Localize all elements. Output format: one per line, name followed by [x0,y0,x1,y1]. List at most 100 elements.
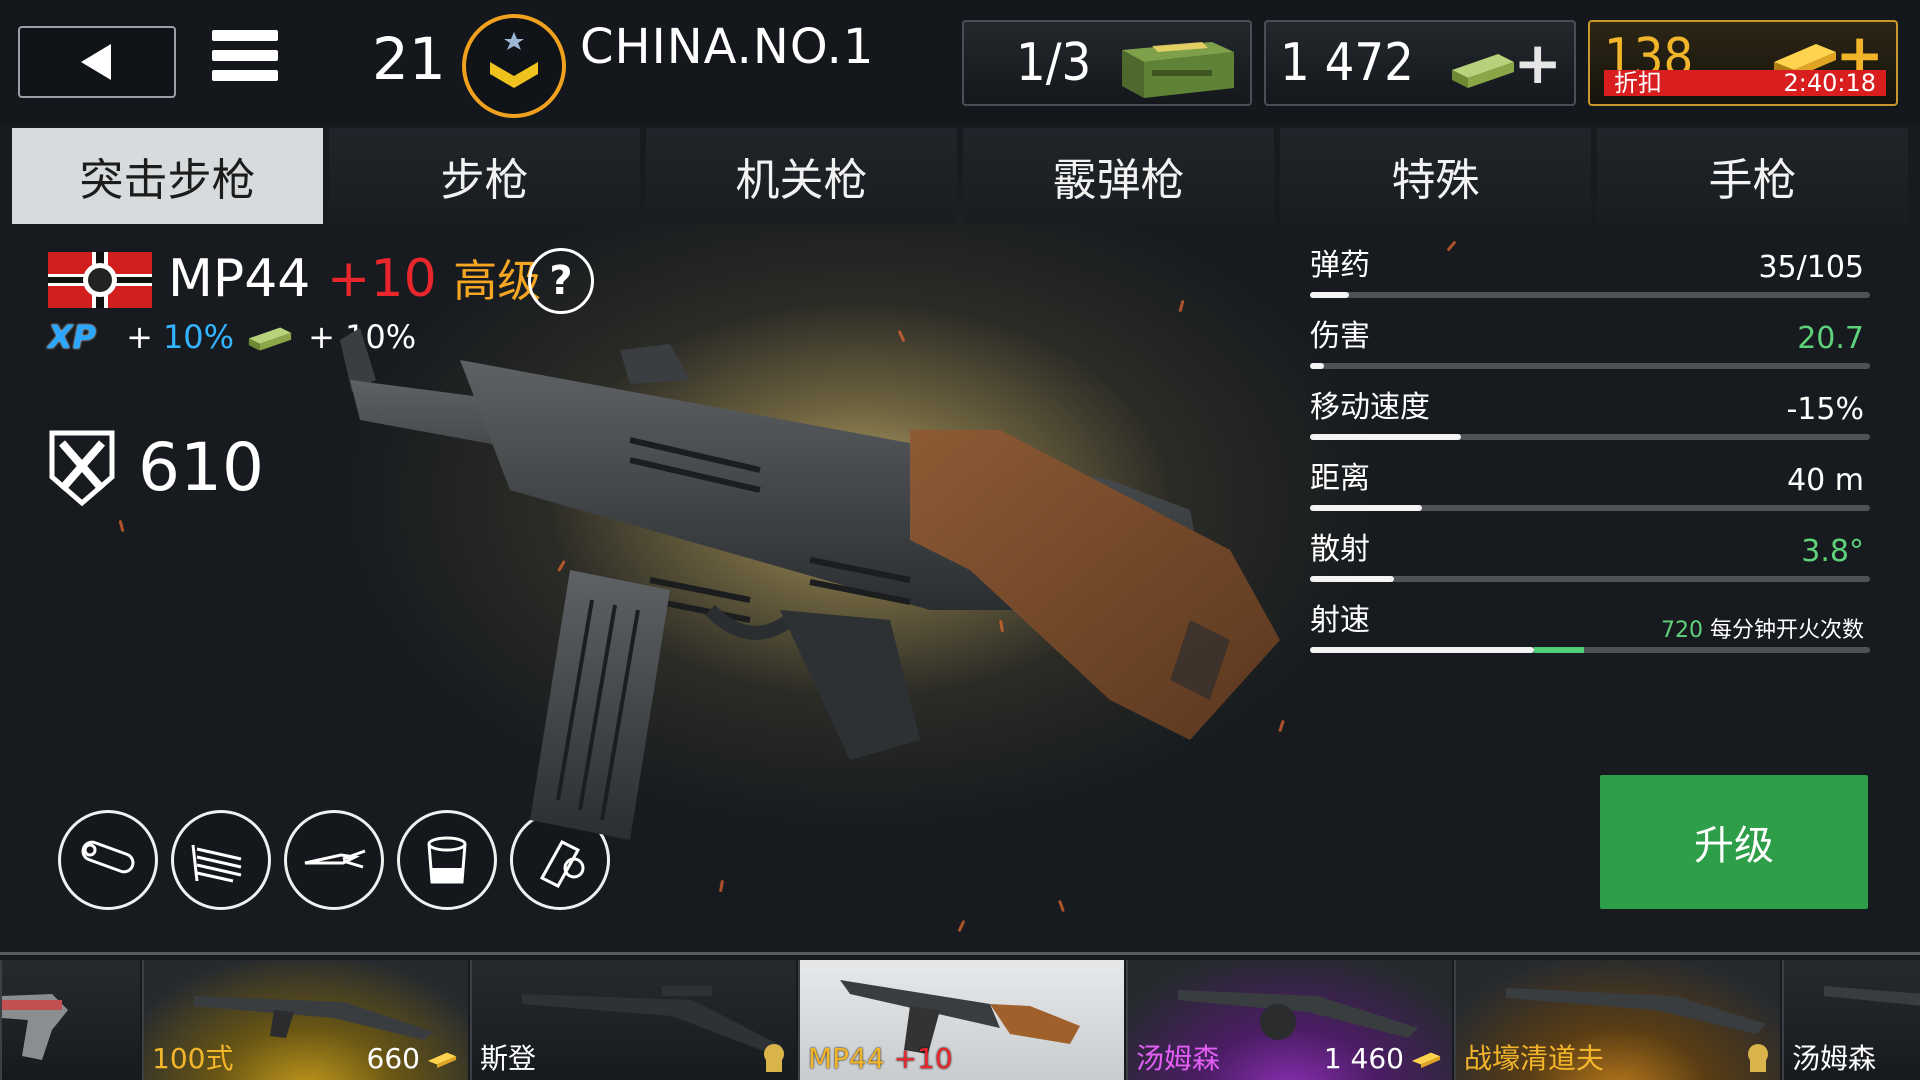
weapon-upgrade-level: +10 [326,249,437,309]
crate-counter[interactable]: 1/3 [962,20,1252,106]
weapon-card-trench-sweeper[interactable]: 战壕清道夫 [1454,960,1780,1080]
card-weapon-name: MP44 [808,1042,885,1075]
price-value: 1 460 [1323,1042,1404,1075]
scope-icon [81,840,135,874]
stat-bar [1310,363,1870,369]
tab-special[interactable]: 特殊 [1280,128,1591,224]
weapon-name: MP44 [168,249,311,309]
stat-label: 射速 [1310,603,1370,638]
stat-fire-rate: 射速 720 每分钟开火次数 [1310,599,1870,670]
discount-timer: 2:40:18 [1783,69,1876,97]
weapon-stats: 弹药 35/105 伤害 20.7 移动速度 -15% 距离 40 m 散射 3… [1310,244,1870,670]
tab-pistol[interactable]: 手枪 [1597,128,1908,224]
shotgun-thumbnail [1506,988,1766,1034]
smg-thumbnail [522,986,782,1054]
stat-label: 移动速度 [1310,390,1430,425]
smg-thumbnail [194,996,434,1040]
weapon-card-name: 汤姆森 [1792,1042,1877,1075]
stat-move-speed: 移动速度 -15% [1310,386,1870,457]
smg-thumbnail [1178,990,1418,1040]
weapon-card-sten[interactable]: 斯登 [470,960,796,1080]
xp-bonus-value: 10% [162,318,235,356]
tab-rifle[interactable]: 步枪 [329,128,640,224]
crate-count: 1/3 [1016,33,1092,93]
power-value: 610 [138,429,264,506]
discount-banner[interactable]: 折扣 2:40:18 [1604,70,1886,96]
stat-bar [1310,647,1870,653]
player-level: 21 [372,25,446,93]
xp-icon: XP [48,318,97,356]
ammo-rounds-icon [191,844,242,883]
cash-counter[interactable]: 1 472 + [1264,20,1576,106]
tab-shotgun[interactable]: 霰弹枪 [963,128,1274,224]
carousel-divider [0,952,1920,955]
cash-stack-icon [1452,54,1514,88]
weapon-title: MP44 +10 高级 [168,246,541,315]
stat-value: 35/105 [1758,250,1864,285]
stat-value: 40 m [1787,463,1864,498]
weapon-card-price: 1 460 [1324,1042,1442,1076]
weapon-category-tabs: 突击步枪 步枪 机关枪 霰弹枪 特殊 手枪 [12,128,1908,224]
weapon-card-name: 战壕清道夫 [1464,1042,1605,1075]
pistol-thumbnail [2,994,68,1060]
weapon-card-mp44[interactable]: MP44 +10 [798,960,1124,1080]
back-button[interactable] [18,26,176,98]
stat-ammo: 弹药 35/105 [1310,244,1870,315]
stat-value: 20.7 [1797,321,1864,356]
weapon-card-name: 斯登 [480,1042,537,1075]
cash-stack-icon [248,327,292,351]
card-weapon-level: +10 [893,1042,953,1075]
weapon-carousel: 100式 660 斯登 MP44 +10 汤姆森 1 460 战壕清道夫 汤姆森 [0,960,1920,1080]
tab-assault-rifle[interactable]: 突击步枪 [12,128,323,224]
stat-upgrade-bonus [1534,647,1585,653]
stat-value: -15% [1786,392,1864,427]
gold-bar-icon [427,1052,457,1069]
menu-icon[interactable] [212,30,278,92]
player-name: CHINA.NO.1 [580,19,875,75]
weapon-card-thompson-2[interactable]: 汤姆森 [1782,960,1920,1080]
weapon-card-name: 汤姆森 [1136,1042,1221,1075]
rank-badge-icon[interactable] [462,14,566,118]
price-value: 660 [366,1042,420,1075]
stat-label: 伤害 [1310,319,1370,354]
help-button[interactable]: ? [528,248,594,314]
add-cash-icon[interactable]: + [1513,34,1562,92]
power-shield-icon [49,430,115,507]
stat-bar [1310,505,1870,511]
stat-label: 弹药 [1310,248,1370,283]
locked-icon [1748,1044,1768,1072]
stat-value: 720 每分钟开火次数 [1661,611,1864,651]
stat-spread: 散射 3.8° [1310,528,1870,599]
cash-amount: 1 472 [1280,33,1414,93]
stat-value: 3.8° [1801,534,1864,569]
tab-machine-gun[interactable]: 机关枪 [646,128,957,224]
weapon-card-name: MP44 +10 [808,1042,953,1076]
scope-slot[interactable] [58,810,158,910]
stat-bar [1310,576,1870,582]
upgrade-button[interactable]: 升级 [1600,775,1868,909]
weapon-power: 610 [48,428,264,508]
smg-thumbnail [1824,986,1920,1006]
stat-range: 距离 40 m [1310,457,1870,528]
weapon-card-name: 100式 [152,1042,234,1075]
discount-label: 折扣 [1614,69,1662,97]
stat-label: 散射 [1310,532,1370,567]
stat-bar [1310,434,1870,440]
gold-counter[interactable]: 138 + 折扣 2:40:18 [1588,20,1898,106]
weapon-card-price: 660 [367,1042,458,1076]
magazine-slot[interactable] [171,810,271,910]
fire-rate-number: 720 [1660,618,1703,643]
ammo-crate-icon [1122,42,1234,98]
gold-bar-icon [1411,1052,1441,1069]
top-bar: 21 CHINA.NO.1 1/3 1 472 + 138 + 折扣 2:40:… [0,0,1920,124]
weapon-card-thompson[interactable]: 汤姆森 1 460 [1126,960,1452,1080]
stat-label: 距离 [1310,461,1370,496]
weapon-card-type100[interactable]: 100式 660 [142,960,468,1080]
weapon-card-partial[interactable] [0,960,140,1080]
fire-rate-unit: 每分钟开火次数 [1709,618,1864,643]
locked-icon [764,1044,784,1072]
stat-damage: 伤害 20.7 [1310,315,1870,386]
stat-bar [1310,292,1870,298]
xp-bonus-plus: + [126,318,153,356]
back-arrow-icon [81,44,111,80]
